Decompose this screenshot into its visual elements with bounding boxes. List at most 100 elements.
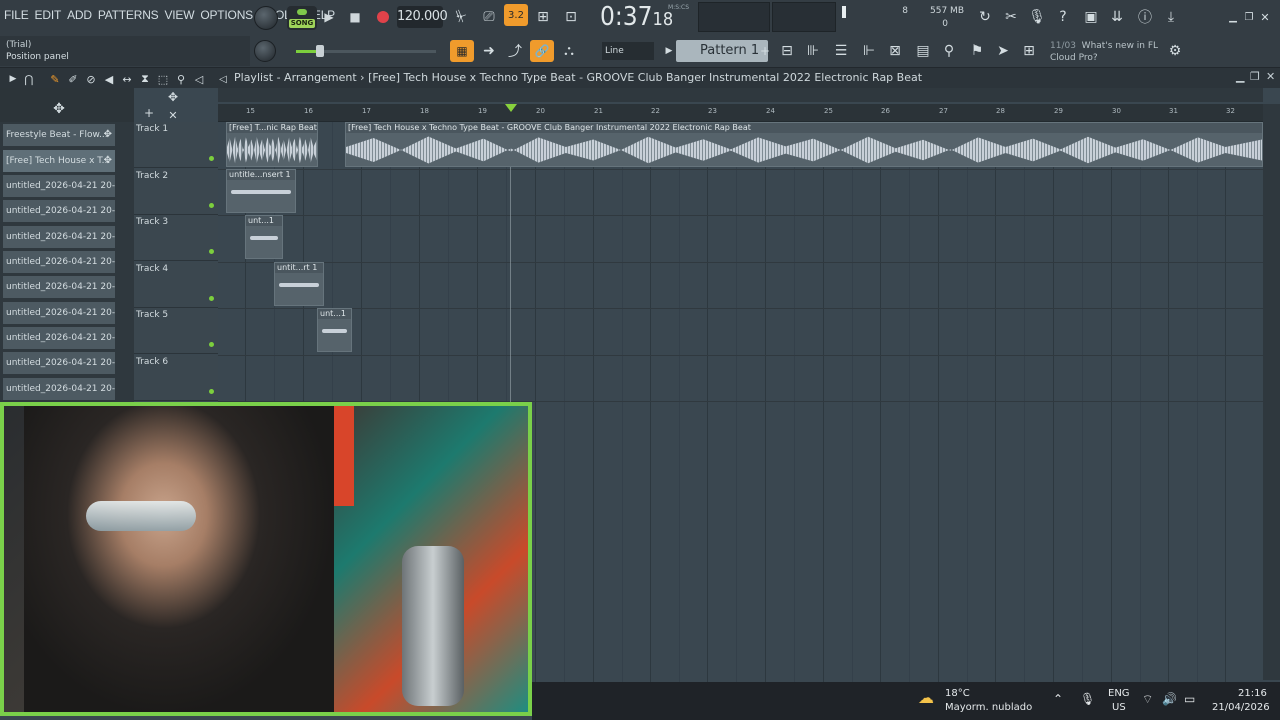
playlist-minimize-icon[interactable]: ▁ xyxy=(1236,70,1244,83)
track-header-4[interactable]: Track 4 xyxy=(134,262,218,308)
notes-icon[interactable]: ▤ xyxy=(912,40,934,62)
plugin-icon[interactable]: ⚲ xyxy=(938,40,960,62)
keyboard-layout[interactable]: US xyxy=(1112,702,1126,713)
master-volume-slider[interactable] xyxy=(296,45,436,57)
microphone-tray-icon[interactable]: 🎙 xyxy=(1080,692,1095,706)
undo-history-icon[interactable]: ↻ xyxy=(974,6,996,28)
slider-handle[interactable] xyxy=(316,45,324,57)
track-mute-led[interactable] xyxy=(209,296,214,301)
weather-cloud-icon[interactable]: ☁ xyxy=(918,688,938,708)
audio-clip[interactable]: [Free] T...nic Rap Beat xyxy=(226,122,318,167)
menu-add[interactable]: ADD xyxy=(67,8,92,22)
track-header-6[interactable]: Track 6 xyxy=(134,355,218,401)
info-icon[interactable]: ⓘ xyxy=(1134,6,1156,28)
track-header-5[interactable]: Track 5 xyxy=(134,308,218,354)
picker-item-untitled[interactable]: untitled_2026-04-21 20-... xyxy=(3,226,115,248)
clock-time[interactable]: 21:16 xyxy=(1238,688,1267,699)
audio-clip[interactable]: untit...rt 1 xyxy=(274,262,324,306)
picker-item-untitled[interactable]: untitled_2026-04-21 20-... xyxy=(3,276,115,298)
track-mute-led[interactable] xyxy=(209,203,214,208)
audio-clip[interactable]: untitle...nsert 1 xyxy=(226,169,296,213)
track-header-2[interactable]: Track 2 xyxy=(134,169,218,215)
tray-chevron-icon[interactable]: ⌃ xyxy=(1053,692,1063,706)
menu-view[interactable]: VIEW xyxy=(164,8,194,22)
timeline-ruler[interactable] xyxy=(218,104,1263,122)
picker-item-freestyle[interactable]: Freestyle Beat - Flow... ✥ xyxy=(3,124,115,146)
track-mute-led[interactable] xyxy=(209,156,214,161)
track-mute-led[interactable] xyxy=(209,389,214,394)
cut-icon[interactable]: ✂ xyxy=(1000,6,1022,28)
close-icon[interactable]: ✕ xyxy=(1254,6,1276,28)
track-header-1[interactable]: Track 1 xyxy=(134,122,218,168)
weather-description[interactable]: Mayorm. nublado xyxy=(945,702,1032,713)
menu-file[interactable]: FILE xyxy=(4,8,29,22)
metronome-icon[interactable]: ⏧ xyxy=(450,6,472,28)
snap-selector[interactable]: Line xyxy=(602,42,654,60)
tempo-tapper-icon[interactable]: ⚑ xyxy=(966,40,988,62)
mixer-icon[interactable]: ⊩ xyxy=(858,40,880,62)
menu-patterns[interactable]: PATTERNS xyxy=(98,8,159,22)
main-pitch-knob[interactable] xyxy=(254,40,276,62)
main-volume-knob[interactable] xyxy=(254,6,278,30)
playhead-marker[interactable] xyxy=(505,104,517,112)
picker-item-untitled[interactable]: untitled_2026-04-21 20-... xyxy=(3,352,115,374)
send-icon[interactable]: ➤ xyxy=(992,40,1014,62)
track-mute-led[interactable] xyxy=(209,342,214,347)
playlist-icon[interactable]: ⊟ xyxy=(776,40,798,62)
picker-item-untitled[interactable]: untitled_2026-04-21 20-... xyxy=(3,251,115,273)
shop-icon[interactable]: ⊞ xyxy=(1018,40,1040,62)
microphone-icon[interactable]: 🎙 xyxy=(1026,6,1048,28)
news-settings-icon[interactable]: ⚙ xyxy=(1164,40,1186,62)
vertical-scrollbar[interactable] xyxy=(1263,104,1280,680)
playlist-close-icon[interactable]: ✕ xyxy=(1266,70,1275,83)
help-icon[interactable]: ? xyxy=(1052,6,1074,28)
audio-clip[interactable]: unt...1 xyxy=(245,215,283,259)
download-icon[interactable]: ⤓ xyxy=(1160,6,1182,28)
picker-item-untitled[interactable]: untitled_2026-04-21 20-... xyxy=(3,378,115,400)
tempo-display[interactable]: 120.000 xyxy=(397,6,448,28)
magnet-icon[interactable]: ⋂ xyxy=(18,68,40,90)
piano-roll-icon[interactable]: ⊪ xyxy=(802,40,824,62)
audio-clip[interactable]: unt...1 xyxy=(317,308,352,352)
channel-rack-icon[interactable]: ☰ xyxy=(830,40,852,62)
picker-item-untitled[interactable]: untitled_2026-04-21 20-... xyxy=(3,175,115,197)
record-button[interactable] xyxy=(372,6,394,28)
render-icon[interactable]: ⇊ xyxy=(1106,6,1128,28)
volume-icon[interactable]: 🔊 xyxy=(1162,692,1177,706)
step-edit-icon[interactable]: 3.2 xyxy=(504,4,528,26)
wait-input-icon[interactable]: ⎚ xyxy=(478,6,500,28)
stamp-icon[interactable]: ⛬ xyxy=(558,40,580,62)
battery-icon[interactable]: ▭ xyxy=(1184,692,1195,706)
play-button[interactable]: ▶ xyxy=(318,6,340,28)
picker-item-untitled[interactable]: untitled_2026-04-21 20-... xyxy=(3,327,115,349)
language-indicator[interactable]: ENG xyxy=(1108,688,1130,699)
menu-edit[interactable]: EDIT xyxy=(35,8,62,22)
track-mute-led[interactable] xyxy=(209,249,214,254)
picker-item-tech-house[interactable]: [Free] Tech House x T... ✥ xyxy=(3,150,115,172)
clock-date[interactable]: 21/04/2026 xyxy=(1212,702,1270,713)
picker-move-icon[interactable]: ✥ xyxy=(48,98,70,120)
loop-record-icon[interactable]: ⊡ xyxy=(560,6,582,28)
slide-tool-icon[interactable]: ⤴ xyxy=(504,40,526,62)
track-header-3[interactable]: Track 3 xyxy=(134,215,218,261)
arrow-right-icon[interactable]: ➜ xyxy=(478,40,500,62)
weather-temperature[interactable]: 18°C xyxy=(945,688,970,699)
blend-notes-icon[interactable]: ⊞ xyxy=(532,6,554,28)
save-icon[interactable]: ▣ xyxy=(1080,6,1102,28)
link-icon[interactable]: 🔗 xyxy=(530,40,554,62)
wifi-icon[interactable]: ⌔ xyxy=(1142,692,1153,707)
pattern-song-toggle[interactable]: SONG xyxy=(287,6,317,30)
picker-add-icon[interactable]: + xyxy=(138,102,160,124)
add-pattern-icon[interactable]: + xyxy=(754,40,776,62)
audio-clip[interactable]: [Free] Tech House x Techno Type Beat - G… xyxy=(345,122,1263,167)
news-panel[interactable]: 11/03 What's new in FL Cloud Pro? xyxy=(1050,40,1158,64)
picker-item-untitled[interactable]: untitled_2026-04-21 20-... xyxy=(3,200,115,222)
piano-keyboard-icon[interactable]: ▦ xyxy=(450,40,474,62)
playback-icon[interactable]: ◁ xyxy=(188,68,210,90)
browser-icon[interactable]: ⊠ xyxy=(884,40,906,62)
picker-item-untitled[interactable]: untitled_2026-04-21 20-... xyxy=(3,302,115,324)
stop-button[interactable]: ■ xyxy=(344,6,366,28)
horizontal-scrollbar[interactable] xyxy=(218,88,1263,102)
menu-options[interactable]: OPTIONS xyxy=(200,8,253,22)
playlist-maximize-icon[interactable]: ❐ xyxy=(1250,70,1260,83)
